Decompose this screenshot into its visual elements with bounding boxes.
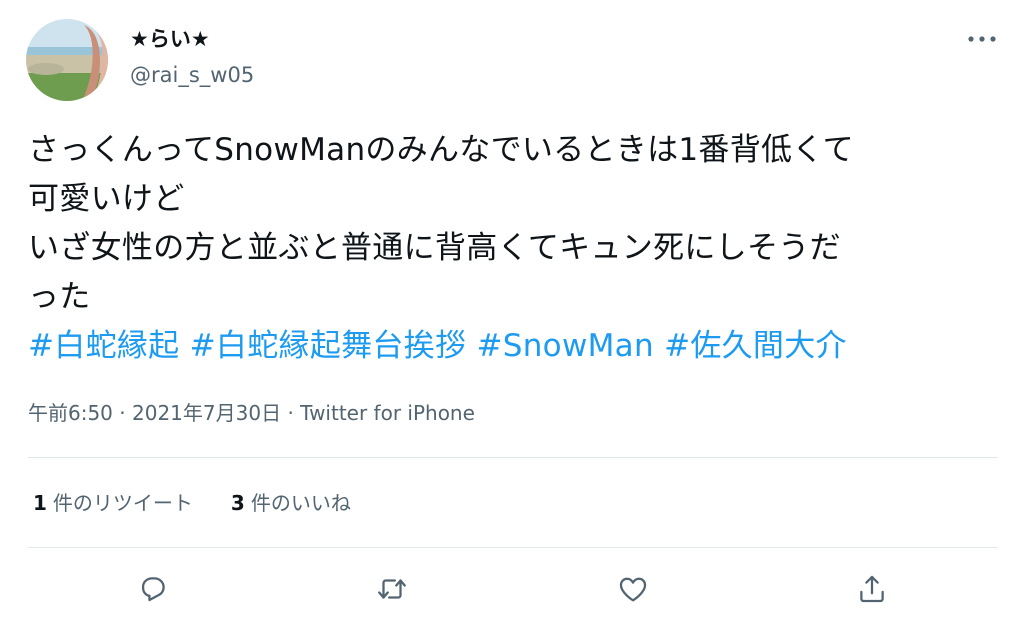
- like-count: 3: [230, 491, 245, 515]
- retweet-count-label: 件のリツイート: [52, 491, 193, 515]
- hashtag-link[interactable]: #SnowMan: [476, 328, 653, 364]
- retweet-count-link[interactable]: 1 件のリツイート: [33, 488, 193, 518]
- meta-separator: ·: [287, 401, 294, 425]
- hashtag-link[interactable]: #白蛇縁起舞台挨拶: [190, 328, 467, 364]
- hashtag-link[interactable]: #佐久間大介: [664, 328, 847, 364]
- more-horizontal-icon: [968, 36, 996, 42]
- tweet-metadata: 午前6:50 · 2021年7月30日 · Twitter for iPhone: [28, 398, 475, 428]
- like-count-link[interactable]: 3 件のいいね: [231, 488, 351, 518]
- divider: [28, 547, 998, 548]
- retweet-icon: [378, 579, 406, 599]
- tweet-text-line: 可愛いけど: [28, 181, 185, 217]
- retweet-button[interactable]: [373, 570, 411, 608]
- share-button[interactable]: [853, 570, 891, 608]
- avatar-image: [26, 19, 108, 101]
- meta-separator: ·: [119, 401, 126, 425]
- tweet-time[interactable]: 午前6:50: [28, 401, 113, 425]
- tweet-text: さっくんってSnowManのみんなでいるときは1番背低くて 可愛いけど いざ女性…: [28, 126, 998, 371]
- retweet-count: 1: [33, 491, 47, 515]
- reply-button[interactable]: [134, 570, 172, 608]
- like-count-label: 件のいいね: [250, 491, 351, 515]
- tweet-source-link[interactable]: Twitter for iPhone: [300, 401, 475, 425]
- tweet-text-line: った: [28, 279, 91, 315]
- hashtag-list: #白蛇縁起 #白蛇縁起舞台挨拶 #SnowMan #佐久間大介: [28, 322, 998, 371]
- more-options-button[interactable]: [958, 24, 1006, 54]
- tweet-text-line: いざ女性の方と並ぶと普通に背高くてキュン死にしそうだ: [28, 230, 841, 266]
- engagement-stats: 1 件のリツイート 3 件のいいね: [33, 488, 351, 518]
- avatar[interactable]: [26, 19, 108, 101]
- divider: [28, 457, 998, 458]
- reply-icon: [141, 577, 165, 602]
- heart-icon: [619, 577, 647, 602]
- user-handle[interactable]: @rai_s_w05: [130, 60, 254, 90]
- hashtag-link[interactable]: #白蛇縁起: [28, 328, 179, 364]
- like-button[interactable]: [614, 570, 652, 608]
- share-icon: [860, 575, 884, 603]
- tweet-date[interactable]: 2021年7月30日: [132, 401, 281, 425]
- tweet-text-line: さっくんってSnowManのみんなでいるときは1番背低くて: [28, 132, 854, 168]
- display-name[interactable]: ★らい★: [130, 24, 210, 54]
